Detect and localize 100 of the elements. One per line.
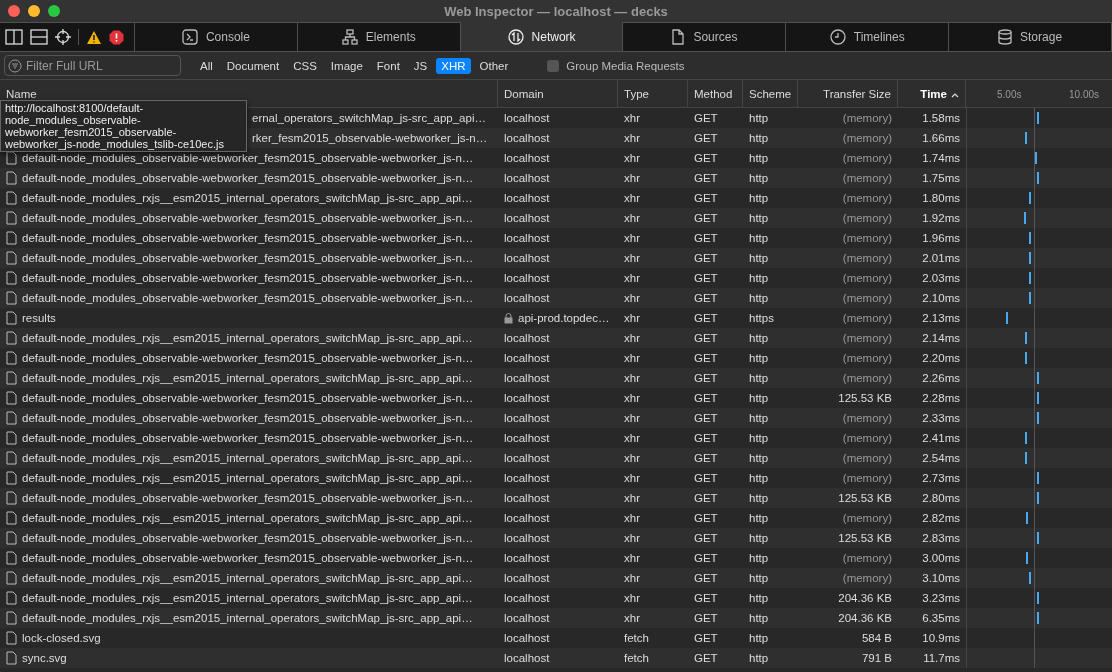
method-cell-text: GET bbox=[693, 291, 719, 306]
time-cell-text: 2.20ms bbox=[921, 351, 961, 366]
size-cell-text: 204.36 KB bbox=[837, 591, 893, 606]
file-name: default-node_modules_observable-webworker_fesm2015_observable-webworker_js-n… bbox=[22, 212, 474, 224]
file-name: default-node_modules_rxjs__esm2015_internal_operators_switchMap_js-src_app_api… bbox=[22, 572, 473, 584]
type-filter[interactable]: Other bbox=[474, 57, 514, 74]
clock-icon bbox=[829, 29, 846, 45]
method-cell-text: GET bbox=[693, 211, 719, 226]
crosshair-icon[interactable] bbox=[55, 29, 71, 45]
size-cell-text: (memory) bbox=[841, 231, 893, 246]
time-cell-text: 2.80ms bbox=[921, 491, 961, 506]
tooltip: http://localhost:8100/default- node_modules_observable- webworker_fesm2015_observable- webworker_js-node_modules_tslib-ce10ec.js bbox=[0, 100, 247, 152]
type-cell-text: xhr bbox=[623, 311, 641, 326]
domain-text: api-prod.topdec… bbox=[518, 312, 610, 324]
document-icon bbox=[671, 29, 686, 45]
file-name: default-node_modules_observable-webworker_fesm2015_observable-webworker_js-n… bbox=[22, 492, 474, 504]
close-button[interactable] bbox=[8, 5, 20, 17]
type-filter[interactable]: Font bbox=[371, 57, 405, 74]
domain-text: localhost bbox=[504, 272, 550, 284]
column-header[interactable]: Scheme bbox=[743, 80, 798, 107]
domain-text: localhost bbox=[504, 592, 550, 604]
type-cell-text: xhr bbox=[623, 611, 641, 626]
domain-text: localhost bbox=[504, 292, 550, 304]
scheme-cell-text: http bbox=[748, 411, 770, 426]
domain-text: localhost bbox=[504, 492, 550, 504]
column-header[interactable]: Method bbox=[688, 80, 743, 107]
type-filter[interactable]: All bbox=[195, 57, 218, 74]
type-cell-text: fetch bbox=[623, 651, 650, 666]
filter-field[interactable]: Filter Full URL bbox=[4, 55, 181, 76]
method-cell-text: GET bbox=[693, 351, 719, 366]
file-name: default-node_modules_observable-webworker_fesm2015_observable-webworker_js-n… bbox=[22, 172, 474, 184]
error-icon[interactable] bbox=[109, 29, 124, 45]
type-cell-text: xhr bbox=[623, 211, 641, 226]
tab[interactable]: Elements bbox=[297, 22, 461, 51]
size-cell-text: (memory) bbox=[841, 311, 893, 326]
warning-icon[interactable] bbox=[86, 29, 102, 45]
size-cell-text: 125.53 KB bbox=[837, 531, 893, 546]
scheme-cell-text: http bbox=[748, 651, 770, 666]
column-header[interactable]: Transfer Size bbox=[798, 80, 898, 107]
zoom-button[interactable] bbox=[48, 5, 60, 17]
tab[interactable]: Console bbox=[135, 22, 298, 51]
tab-label: Sources bbox=[693, 30, 738, 44]
time-cell-text: 1.92ms bbox=[921, 211, 961, 226]
type-cell-text: xhr bbox=[623, 591, 641, 606]
checkbox-label: Group Media Requests bbox=[566, 59, 685, 72]
scheme-cell-text: http bbox=[748, 331, 770, 346]
size-cell-text: (memory) bbox=[841, 271, 893, 286]
type-filter[interactable]: XHR bbox=[436, 57, 471, 74]
size-cell-text: 204.36 KB bbox=[837, 611, 893, 626]
time-cell-text: 1.74ms bbox=[921, 151, 961, 166]
type-filter[interactable]: Document bbox=[221, 57, 285, 74]
column-header[interactable]: Type bbox=[618, 80, 688, 107]
method-cell-text: GET bbox=[693, 271, 719, 286]
split-vertical-icon[interactable] bbox=[5, 29, 23, 45]
method-cell-text: GET bbox=[693, 631, 719, 646]
file-name: default-node_modules_observable-webworker_fesm2015_observable-webworker_js-n… bbox=[22, 392, 474, 404]
time-cell-text: 2.26ms bbox=[921, 371, 961, 386]
scheme-cell-text: http bbox=[748, 631, 770, 646]
time-cell-text: 1.80ms bbox=[921, 191, 961, 206]
split-horizontal-icon[interactable] bbox=[30, 29, 48, 45]
time-cell-text: 2.33ms bbox=[921, 411, 961, 426]
checkbox[interactable] bbox=[547, 59, 560, 72]
type-cell-text: xhr bbox=[623, 571, 641, 586]
domain-text: localhost bbox=[504, 192, 550, 204]
column-header[interactable]: Time bbox=[898, 80, 966, 107]
domain-text: localhost bbox=[504, 392, 550, 404]
size-cell-text: (memory) bbox=[841, 331, 893, 346]
method-cell-text: GET bbox=[693, 511, 719, 526]
time-cell-text: 2.13ms bbox=[921, 311, 961, 326]
method-cell-text: GET bbox=[693, 151, 719, 166]
time-cell-text: 2.82ms bbox=[921, 511, 961, 526]
column-header[interactable]: Domain bbox=[498, 80, 618, 107]
time-cell-text: 2.83ms bbox=[921, 531, 961, 546]
tab[interactable]: Sources bbox=[623, 22, 787, 51]
domain-text: localhost bbox=[504, 552, 550, 564]
size-cell-text: (memory) bbox=[841, 371, 893, 386]
time-cell-text: 11.7ms bbox=[922, 651, 961, 666]
domain-text: localhost bbox=[504, 372, 550, 384]
size-cell-text: 125.53 KB bbox=[837, 491, 893, 506]
size-cell-text: (memory) bbox=[841, 191, 893, 206]
time-tick: 10.00s bbox=[1069, 89, 1100, 100]
type-filter[interactable]: CSS bbox=[288, 57, 322, 74]
file-name: default-node_modules_observable-webworker_fesm2015_observable-webworker_js-n… bbox=[22, 252, 474, 264]
method-cell-text: GET bbox=[693, 171, 719, 186]
file-name: default-node_modules_observable-webworker_fesm2015_observable-webworker_js-n… bbox=[22, 272, 474, 284]
type-cell-text: xhr bbox=[623, 231, 641, 246]
type-cell-text: xhr bbox=[623, 411, 641, 426]
method-cell-text: GET bbox=[693, 651, 719, 666]
type-cell-text: xhr bbox=[623, 251, 641, 266]
scheme-cell-text: http bbox=[748, 551, 770, 566]
minimize-button[interactable] bbox=[28, 5, 40, 17]
domain-text: localhost bbox=[504, 652, 550, 664]
time-cell-text: 2.54ms bbox=[921, 451, 961, 466]
type-cell-text: fetch bbox=[623, 631, 650, 646]
method-cell-text: GET bbox=[693, 251, 719, 266]
tab[interactable]: Storage bbox=[949, 22, 1112, 51]
type-filter[interactable]: JS bbox=[408, 57, 433, 74]
type-filter[interactable]: Image bbox=[325, 57, 368, 74]
scheme-cell-text: http bbox=[748, 271, 770, 286]
tab[interactable]: Timelines bbox=[786, 22, 950, 51]
